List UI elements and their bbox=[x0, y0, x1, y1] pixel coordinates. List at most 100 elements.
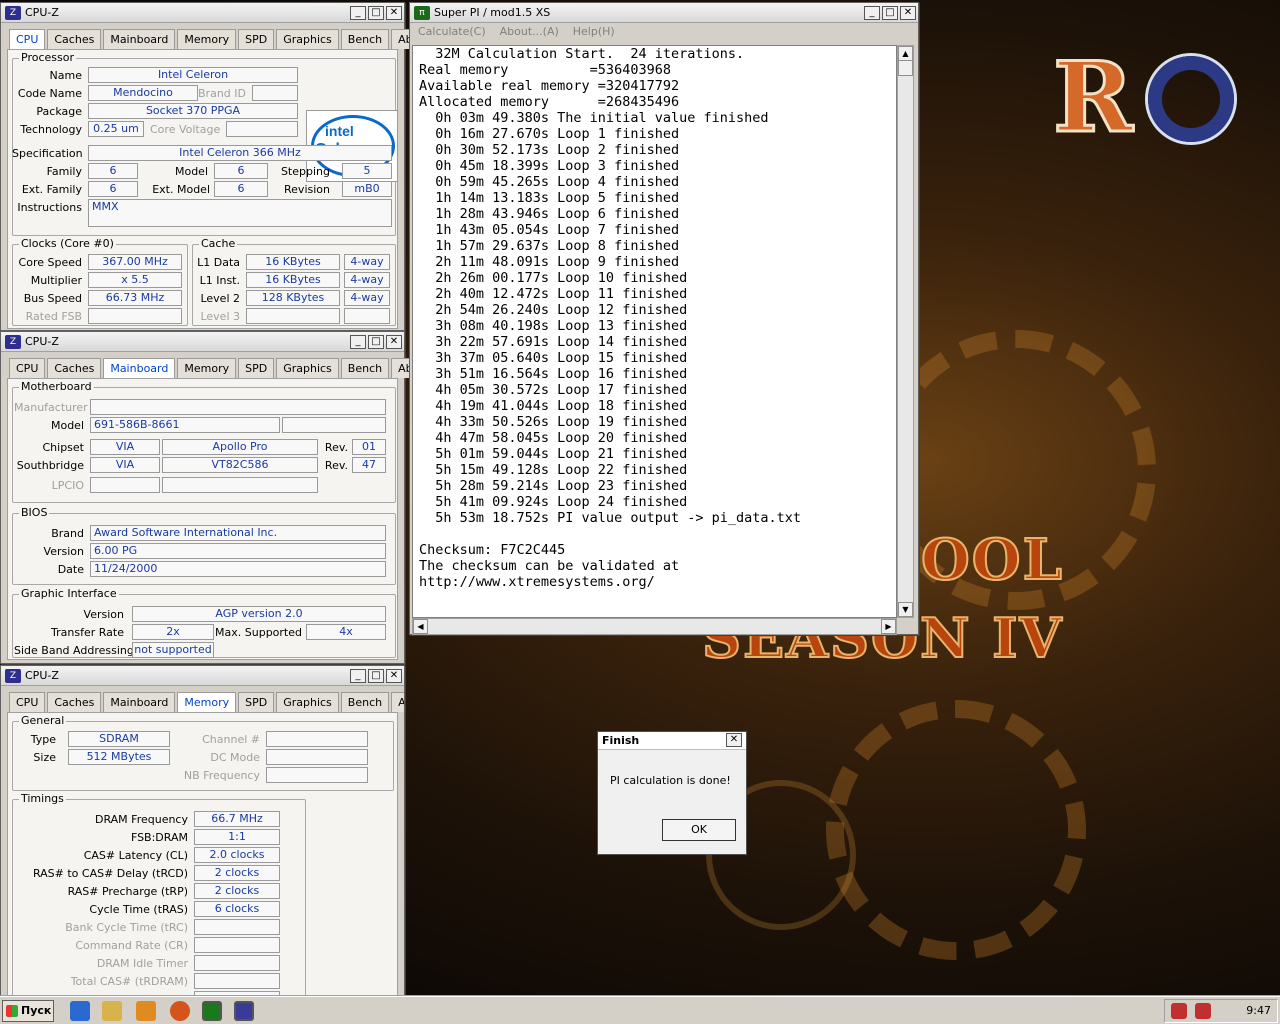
start-button[interactable]: Пуск bbox=[2, 1000, 54, 1022]
timing-value bbox=[194, 937, 280, 953]
stepping-label: Stepping bbox=[280, 165, 330, 178]
firefox-icon[interactable] bbox=[170, 1001, 190, 1021]
timing-label: Cycle Time (tRAS) bbox=[89, 903, 188, 916]
tab-cpu[interactable]: CPU bbox=[9, 358, 46, 378]
window-titlebar[interactable]: Z CPU-Z _ □ ✕ bbox=[1, 3, 404, 23]
maximize-button[interactable]: □ bbox=[368, 668, 384, 683]
tab-memory[interactable]: Memory bbox=[177, 29, 237, 49]
scroll-up-icon[interactable]: ▲ bbox=[898, 46, 913, 61]
rog-emblem-logo bbox=[1148, 56, 1234, 142]
instructions-label: Instructions bbox=[17, 201, 82, 214]
tab-cpu[interactable]: CPU bbox=[9, 692, 46, 712]
tab-graphics[interactable]: Graphics bbox=[276, 29, 339, 49]
superpi-taskbar-icon[interactable] bbox=[202, 1001, 222, 1021]
tab-spd[interactable]: SPD bbox=[238, 358, 275, 378]
menu-calculate[interactable]: Calculate(C) bbox=[418, 25, 486, 41]
minimize-button[interactable]: _ bbox=[350, 668, 366, 683]
menu-help[interactable]: Help(H) bbox=[573, 25, 615, 41]
tab-bench[interactable]: Bench bbox=[340, 29, 390, 49]
l1-data-assoc: 4-way bbox=[344, 254, 390, 270]
timing-value bbox=[194, 919, 280, 935]
tab-about[interactable]: About bbox=[391, 692, 404, 712]
package-label: Package bbox=[36, 105, 82, 118]
cpuz-window-memory[interactable]: Z CPU-Z _ □ ✕ CPU Caches Mainboard Memor… bbox=[0, 665, 405, 996]
family-value: 6 bbox=[88, 163, 138, 179]
multiplier-value: x 5.5 bbox=[88, 272, 182, 288]
minimize-button[interactable]: _ bbox=[350, 334, 366, 349]
brand-id-value bbox=[252, 85, 298, 101]
bios-date-value: 11/24/2000 bbox=[90, 561, 386, 577]
scroll-thumb[interactable] bbox=[898, 60, 913, 76]
timing-value: 2.0 clocks bbox=[194, 847, 280, 863]
windows-flag-icon bbox=[6, 1005, 18, 1017]
cpuz-window-mainboard[interactable]: Z CPU-Z _ □ ✕ CPU Caches Mainboard Memor… bbox=[0, 331, 438, 664]
tab-bench[interactable]: Bench bbox=[340, 358, 390, 378]
taskbar: Пуск 9:47 bbox=[0, 996, 1280, 1024]
tab-caches[interactable]: Caches bbox=[47, 358, 102, 378]
calculation-output: 32M Calculation Start. 24 iterations. Re… bbox=[412, 45, 897, 618]
maximize-button[interactable]: □ bbox=[368, 5, 384, 20]
level2-value: 128 KBytes bbox=[246, 290, 340, 306]
maximize-button[interactable]: □ bbox=[882, 5, 898, 20]
minimize-button[interactable]: _ bbox=[350, 5, 366, 20]
chipset-name: Apollo Pro bbox=[162, 439, 318, 455]
memory-type-label: Type bbox=[30, 733, 56, 746]
side-band-value: not supported bbox=[132, 642, 214, 658]
maximize-button[interactable]: □ bbox=[368, 334, 384, 349]
cpuz-taskbar-icon[interactable] bbox=[234, 1001, 254, 1021]
dc-mode-label: DC Mode bbox=[210, 751, 260, 764]
dialog-close-button[interactable]: ✕ bbox=[726, 733, 742, 747]
tab-spd[interactable]: SPD bbox=[238, 692, 275, 712]
vertical-scrollbar[interactable]: ▲ ▼ bbox=[897, 45, 914, 618]
menu-about[interactable]: About...(A) bbox=[500, 25, 559, 41]
tab-memory[interactable]: Memory bbox=[177, 358, 237, 378]
core-voltage-value bbox=[226, 121, 298, 137]
timing-value: 6 clocks bbox=[194, 901, 280, 917]
tab-bench[interactable]: Bench bbox=[340, 692, 390, 712]
gi-version-label: Version bbox=[83, 608, 124, 621]
close-button[interactable]: ✕ bbox=[900, 5, 916, 20]
bus-speed-label: Bus Speed bbox=[23, 292, 82, 305]
cpuz-window-cpu[interactable]: Z CPU-Z _ □ ✕ CPU Caches Mainboard Memor… bbox=[0, 2, 438, 331]
motherboard-group-label: Motherboard bbox=[19, 380, 94, 393]
dialog-title[interactable]: Finish ✕ bbox=[598, 732, 746, 750]
internet-explorer-icon[interactable] bbox=[70, 1001, 90, 1021]
cpuz-app-icon: Z bbox=[5, 5, 21, 20]
bios-version-value: 6.00 PG bbox=[90, 543, 386, 559]
ok-button[interactable]: OK bbox=[662, 819, 736, 841]
tab-graphics[interactable]: Graphics bbox=[276, 692, 339, 712]
window-titlebar[interactable]: Z CPU-Z _ □ ✕ bbox=[1, 332, 404, 352]
tab-memory[interactable]: Memory bbox=[177, 692, 237, 713]
volume-icon[interactable] bbox=[1195, 1003, 1211, 1019]
superpi-window[interactable]: π Super PI / mod1.5 XS _ □ ✕ Calculate(C… bbox=[409, 2, 919, 635]
rog-r-logo: R bbox=[1052, 41, 1135, 154]
explorer-folder-icon[interactable] bbox=[102, 1001, 122, 1021]
tab-spd[interactable]: SPD bbox=[238, 29, 275, 49]
window-titlebar[interactable]: Z CPU-Z _ □ ✕ bbox=[1, 666, 404, 686]
tab-mainboard[interactable]: Mainboard bbox=[103, 358, 176, 379]
tab-graphics[interactable]: Graphics bbox=[276, 358, 339, 378]
clock[interactable]: 9:47 bbox=[1246, 1004, 1271, 1017]
media-player-icon[interactable] bbox=[136, 1001, 156, 1021]
window-titlebar[interactable]: π Super PI / mod1.5 XS _ □ ✕ bbox=[410, 3, 918, 23]
tab-caches[interactable]: Caches bbox=[47, 29, 102, 49]
horizontal-scrollbar[interactable]: ◀ ▶ bbox=[412, 618, 897, 635]
close-button[interactable]: ✕ bbox=[386, 334, 402, 349]
ext-model-value: 6 bbox=[214, 181, 268, 197]
network-icon[interactable] bbox=[1171, 1003, 1187, 1019]
lpcio-vendor bbox=[90, 477, 160, 493]
close-button[interactable]: ✕ bbox=[386, 668, 402, 683]
tab-mainboard[interactable]: Mainboard bbox=[103, 692, 176, 712]
tab-caches[interactable]: Caches bbox=[47, 692, 102, 712]
finish-dialog[interactable]: Finish ✕ PI calculation is done! OK bbox=[597, 731, 747, 855]
tab-cpu[interactable]: CPU bbox=[9, 29, 46, 50]
scroll-right-icon[interactable]: ▶ bbox=[881, 619, 896, 634]
scroll-down-icon[interactable]: ▼ bbox=[898, 602, 913, 617]
close-button[interactable]: ✕ bbox=[386, 5, 402, 20]
tab-mainboard[interactable]: Mainboard bbox=[103, 29, 176, 49]
minimize-button[interactable]: _ bbox=[864, 5, 880, 20]
ext-family-value: 6 bbox=[88, 181, 138, 197]
code-name-value: Mendocino bbox=[88, 85, 198, 101]
scroll-left-icon[interactable]: ◀ bbox=[413, 619, 428, 634]
specification-label: Specification bbox=[12, 147, 83, 160]
